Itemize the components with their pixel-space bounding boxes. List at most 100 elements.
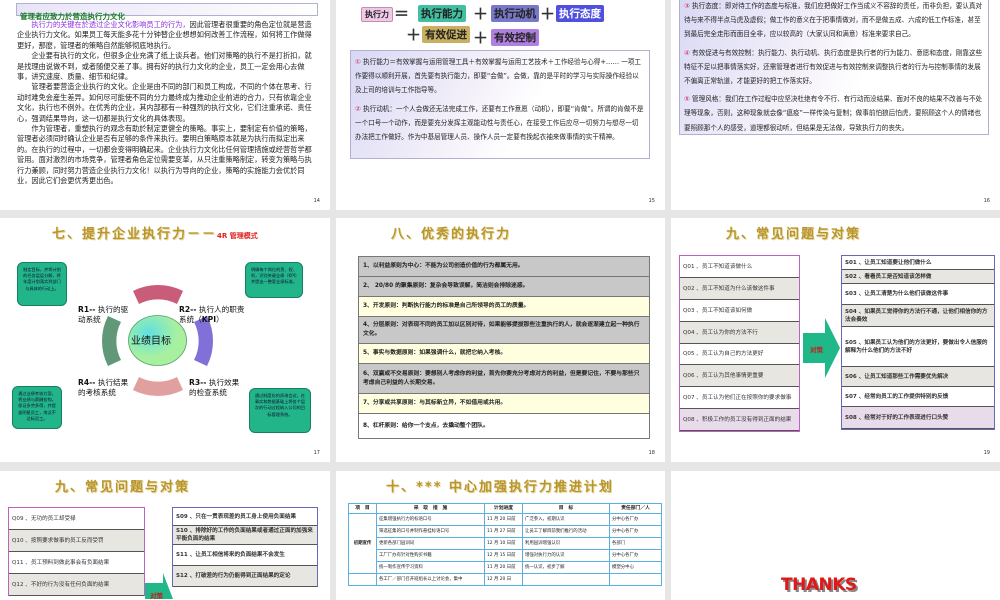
table-row: 8、杠杆原则：给你一个支点，去撬动整个团队。 — [359, 414, 649, 439]
slide-18-thumbnail[interactable]: 八、优秀的执行力 1、以利益原则为中心：不能为公司创造价值的行为都属无用。 2、 … — [336, 218, 665, 462]
table-cell: 12 月 20 日 — [484, 573, 523, 586]
table-cell: 筛选征集的口号并制作悬挂标语口号 — [376, 525, 485, 538]
slide-21-thumbnail[interactable]: 十、*** 中心加强执行力推进计划 项 目采 取 措 施计划进度目 标责任部门／… — [336, 471, 665, 600]
list-item: Q05 、员工认为自己的方法更好 — [680, 344, 799, 365]
paragraph: 执行力的关键在於透过企业文化影响员工的行为，因此管理者很重要的角色定位就是营造企… — [17, 20, 315, 51]
list-item: S04 、如果员工觉得你的方法行不通，让他们相信你的方法会奏效 — [842, 305, 994, 327]
formula-term: 执行态度 — [556, 5, 604, 22]
page-number: 18 — [648, 450, 655, 456]
r2-label: R2-- 执行人的职责系统（KPI） — [179, 305, 245, 325]
plus-sign: ＋ — [406, 26, 422, 44]
table-row: 1、以利益原则为中心：不能为公司创造价值的行为都属无用。 — [359, 257, 649, 277]
page-number: 17 — [313, 450, 320, 456]
table-cell: 12 月 15 日前 — [484, 549, 523, 562]
column-header: 目 标 — [522, 503, 610, 514]
item: ③ 执行态度：即对待工作的态度与标准，我们应把做好工作当成义不容辞的责任，而非负… — [684, 0, 984, 42]
formula-lhs: 执行力 — [361, 7, 393, 22]
slide-15-thumbnail[interactable]: 执行力 ＝ 执行能力 ＋ 执行动机 ＋ 执行态度 ＋ 有效促进 ＋ 有效控制 ①… — [336, 0, 665, 210]
slide-17-thumbnail[interactable]: 七、提升企业执行力－－4R 管理模式 业绩目标 R1-- 执行的驱动系统 R2-… — [0, 218, 330, 462]
item-text: 执行态度：即对待工作的态度与标准，我们应把做好工作当成义不容辞的责任，而非负担，… — [684, 2, 983, 39]
table-cell: 增强对执行力的认识 — [522, 549, 610, 562]
list-item: Q07 、员工认为他们正在按照你的要求做事 — [680, 387, 799, 409]
item-number: ③ — [684, 2, 690, 10]
equals-sign: ＝ — [394, 5, 410, 23]
page-number: 15 — [648, 198, 655, 204]
list-item: Q09 、无功的员工却受禄 — [9, 508, 144, 530]
table-cell: 11 月 20 日前 — [484, 513, 523, 526]
table-cell: 11 月 27 日前 — [484, 525, 523, 538]
item: ① 执行能力＝有效掌握与运用管理工具＋有效掌握与运用工艺技术＋工作经验与心得+…… — [355, 55, 645, 98]
questions-list: Q09 、无功的员工却受禄 Q10 、按照要求做事的员工反而受罚 Q11 、员工预料… — [8, 507, 145, 596]
list-item: S10 、排除好的工作的负面结果或者通过正面的加强来平衡负面的结果 — [173, 526, 317, 545]
list-item: S02 、看看员工是否知道该怎样做 — [842, 270, 994, 284]
table-cell: 工厂厂办有针对性购买书籍 — [376, 549, 485, 562]
table-row: 筛选征集的口号并制作悬挂标语口号 11 月 27 日前 让员工了解目前我们推行的活动… — [349, 525, 662, 538]
table-row: 5、事实与数据原则：如果强调什么，就把它纳入考核。 — [359, 344, 649, 364]
list-item: Q12 、不好的行为没有任何负面的结果 — [9, 574, 144, 596]
table-cell: 更新各部门园训词 — [376, 537, 485, 550]
table-cell: 征集增强执行力的标语口号 — [376, 513, 485, 526]
item-number: ① — [355, 58, 361, 66]
explanation-box: ① 执行能力＝有效掌握与运用管理工具＋有效掌握与运用工艺技术＋工作经验与心得+…… — [350, 50, 650, 159]
list-item: S01 、让员工知道要让他们做什么 — [842, 256, 994, 270]
item: ④ 有效促进与有效控制：执行能力、执行动机、执行态度是执行者的行为能力、意愿和态… — [684, 46, 984, 89]
table-cell: 利用园训增强认识 — [522, 537, 610, 550]
table-cell: 11 月 20 日前 — [484, 561, 523, 574]
page-number: 14 — [313, 198, 320, 204]
slide-16-thumbnail[interactable]: ③ 执行态度：即对待工作的态度与标准，我们应把做好工作当成义不容辞的责任，而非负… — [671, 0, 1000, 210]
table-row: 7、分享或共享原则：与其标新立异，不如借用或共用。 — [359, 394, 649, 414]
r4-note-bubble: 通过业绩考核方案，将业绩与薪酬挂钩，保证多劳多得，并提拔明星员工，淘汰不达标员工… — [12, 386, 62, 429]
list-item: S07 、经常向员工的工作提供特别的反馈 — [842, 387, 994, 407]
slide-title: 七、提升企业执行力－－4R 管理模式 — [52, 223, 258, 242]
column-header: 项 目 — [348, 503, 377, 514]
formula-term: 执行动机 — [491, 5, 539, 22]
arrow-label: 对策 — [150, 592, 163, 600]
table-cell: 让员工了解目前我们推行的活动 — [522, 525, 610, 538]
slide-title: 十、*** 中心加强执行力推进计划 — [386, 480, 614, 495]
center-label: 业绩目标 — [131, 336, 171, 347]
slide-20-thumbnail[interactable]: 九、常见问题与对策 Q09 、无功的员工却受禄 Q10 、按照要求做事的员工反而受… — [0, 471, 330, 600]
slide-19-thumbnail[interactable]: 九、常见问题与对策 Q01 、员工不知道该做什么 Q02 、员工不知道为什么该做这… — [671, 218, 1000, 462]
item-number: ④ — [684, 48, 690, 57]
item-text: 管理风格：我们在工作过程中应坚决杜绝有令不行、有行动而没结果、面对不良的结果不改… — [684, 95, 983, 132]
slide-14-thumbnail[interactable]: 管理者应致力於营造执行力文化 执行力的关键在於透过企业文化影响员工的行为，因此管… — [0, 0, 330, 210]
plus-sign: ＋ — [473, 5, 489, 23]
table-cell: 统一认识，初步了解 — [522, 561, 610, 574]
principles-table: 1、以利益原则为中心：不能为公司创造价值的行为都属无用。 2、 20/80 的聚集… — [358, 256, 650, 439]
page-number: 19 — [983, 450, 990, 456]
ring-segment-r1 — [133, 284, 183, 304]
table-row: 各工厂／部门召开班组长以上讨论会，集中 12 月 20 日 — [348, 573, 662, 586]
group-cell — [348, 573, 377, 586]
table-cell: 分中心各厂办 — [609, 525, 662, 538]
list-item: Q01 、员工不知道该做什么 — [680, 256, 799, 278]
plus-sign: ＋ — [473, 29, 489, 47]
formula-term: 有效促进 — [422, 26, 470, 43]
questions-list: Q01 、员工不知道该做什么 Q02 、员工不知道为什么该做这件事 Q03 、员工不… — [679, 255, 800, 432]
table-cell — [522, 573, 610, 586]
r-code: R1-- — [78, 305, 96, 314]
explanation-box: ③ 执行态度：即对待工作的态度与标准，我们应把做好工作当成义不容辞的责任，而非负… — [679, 0, 989, 135]
slide-title: 九、常见问题与对策 — [55, 480, 191, 495]
arrow-label: 对策 — [810, 346, 823, 354]
r1-label: R1-- 执行的驱动系统 — [78, 305, 130, 325]
table-row: 更新各部门园训词 12 月 10 日前 利用园训增强认识 各部门 — [349, 537, 662, 550]
item: ⑤ 管理风格：我们在工作过程中应坚决杜绝有令不行、有行动而没结果、面对不良的结果… — [684, 92, 984, 135]
r-code: R2-- — [179, 305, 197, 314]
formula-term: 执行能力 — [418, 5, 466, 22]
table-cell: 广泛参入，初期认识 — [522, 513, 610, 526]
table-cell: 分中心各厂办 — [609, 549, 662, 562]
r3-label: R3-- 执行效果的检查系统 — [189, 378, 245, 398]
list-item: S11 、让员工相信将来的负面结果不会发生 — [173, 545, 317, 566]
paragraph: 作为管理者，重塑执行的观念有助於制定更健全的策略。事实上，要制定有价值的策略，管… — [17, 124, 312, 186]
slide-22-thumbnail[interactable]: THANKS — [671, 471, 1000, 600]
list-item: Q08 、积极工作的员工没有得到正面的结果 — [680, 409, 799, 431]
list-item: S12 、打破差的行为仍能得到正面结果的定论 — [173, 566, 317, 587]
list-item: Q03 、员工不知道该如何做 — [680, 300, 799, 322]
column-header: 计划进度 — [484, 503, 523, 514]
item-text: 执行动机：一个人会做还无法完成工作，还要有工作意愿（动机），即要“肯做”。所谓的… — [355, 104, 644, 142]
list-item: Q02 、员工不知道为什么该做这件事 — [680, 278, 799, 300]
kpi-text: KPI — [201, 315, 217, 324]
item-text: 执行能力＝有效掌握与运用管理工具＋有效掌握与运用工艺技术＋工作经验与心得+…… … — [355, 58, 641, 95]
title-text: 七、提升企业执行力－－ — [52, 227, 218, 242]
r2-note-bubble: 明确每个岗位的责、权、利，识别关键业绩（KPI）并提出一整套业绩标准。 — [245, 262, 303, 298]
